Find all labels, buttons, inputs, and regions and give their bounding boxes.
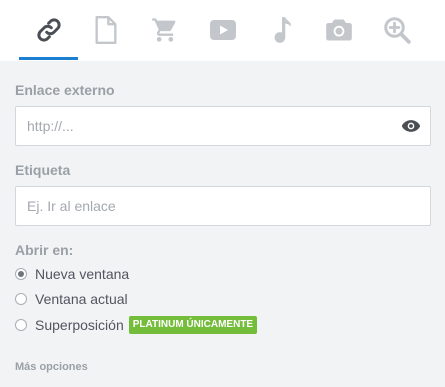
youtube-icon	[210, 20, 236, 40]
radio-button[interactable]	[15, 293, 27, 305]
tab-zoom[interactable]	[378, 12, 416, 48]
music-note-icon	[274, 17, 291, 43]
cart-icon	[152, 18, 176, 42]
tab-camera[interactable]	[320, 12, 358, 48]
file-icon	[95, 16, 117, 44]
radio-button[interactable]	[15, 319, 27, 331]
tag-label: Etiqueta	[15, 162, 71, 178]
radio-button[interactable]	[15, 268, 27, 280]
tab-link[interactable]	[30, 12, 68, 48]
more-options-link[interactable]: Más opciones	[15, 361, 88, 373]
tab-youtube[interactable]	[204, 12, 242, 48]
platinum-only-badge: PLATINUM ÚNICAMENTE	[128, 316, 258, 334]
tab-cart[interactable]	[146, 12, 184, 48]
tab-file[interactable]	[87, 12, 125, 48]
radio-label: Superposición	[35, 317, 124, 333]
visibility-toggle-button[interactable]	[391, 106, 431, 146]
external-link-input[interactable]	[15, 106, 392, 146]
radio-overlay[interactable]: Superposición PLATINUM ÚNICAMENTE	[15, 316, 258, 334]
open-in-label: Abrir en:	[15, 242, 74, 258]
tag-input[interactable]	[15, 186, 431, 226]
camera-icon	[326, 19, 352, 41]
radio-label: Nueva ventana	[35, 266, 130, 282]
external-link-label: Enlace externo	[15, 82, 115, 98]
zoom-in-icon	[384, 17, 411, 44]
link-icon	[37, 18, 61, 42]
eye-icon	[401, 120, 420, 132]
radio-new-window[interactable]: Nueva ventana	[15, 265, 129, 283]
active-tab-indicator	[19, 57, 78, 60]
tab-bar	[0, 0, 445, 61]
radio-label: Ventana actual	[35, 291, 128, 307]
tab-music[interactable]	[262, 12, 300, 48]
radio-current-window[interactable]: Ventana actual	[15, 290, 128, 308]
